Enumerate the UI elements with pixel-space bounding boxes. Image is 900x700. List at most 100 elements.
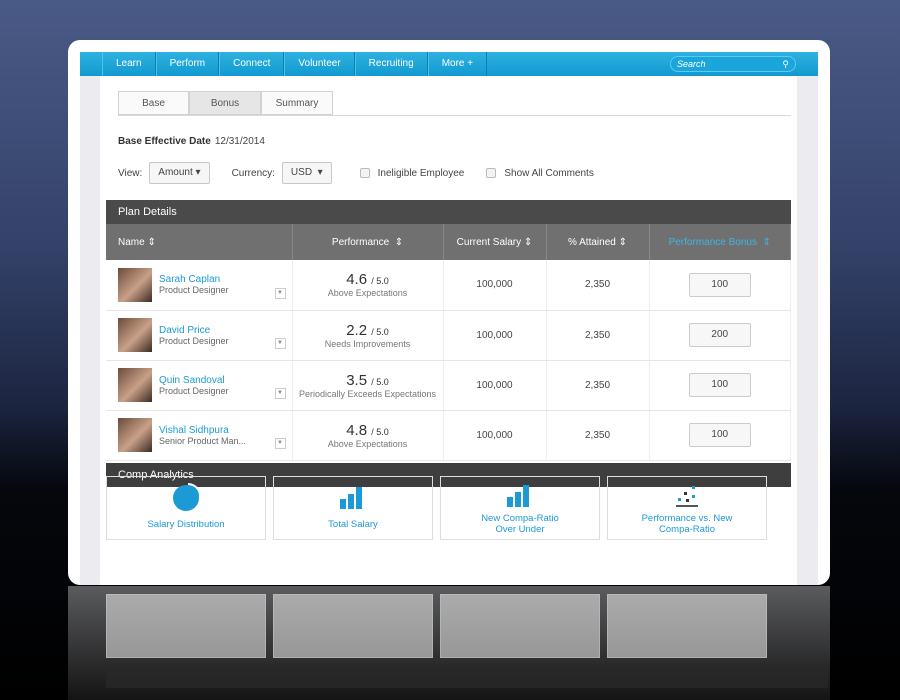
chevron-down-icon[interactable]: ▼ bbox=[274, 287, 286, 299]
name-cell: Vishal Sidhpura Senior Product Man... ▼ bbox=[106, 410, 293, 461]
currency-select[interactable]: USD ▾ bbox=[281, 162, 332, 184]
performance-cell: 4.6 / 5.0 Above Expectations bbox=[292, 260, 444, 311]
salary-cell: 100,000 bbox=[443, 310, 547, 361]
value: 12/31/2014 bbox=[214, 136, 265, 147]
employee-name-link[interactable]: Sarah Caplan bbox=[159, 274, 229, 285]
bar-chart-icon bbox=[507, 485, 529, 507]
rating-label: Needs Improvements bbox=[324, 338, 411, 349]
employee-role: Product Designer bbox=[159, 385, 229, 396]
performance-cell: 4.8 / 5.0 Above Expectations bbox=[292, 410, 444, 461]
employee-role: Product Designer bbox=[159, 335, 229, 346]
bonus-cell: 100 bbox=[649, 410, 791, 461]
employee-name-link[interactable]: Vishal Sidhpura bbox=[159, 425, 246, 436]
name-cell: Sarah Caplan Product Designer ▼ bbox=[106, 260, 293, 311]
page: Base Bonus Summary Base Effective Date 12… bbox=[80, 76, 818, 585]
avatar bbox=[118, 318, 152, 352]
tab-bonus[interactable]: Bonus bbox=[189, 91, 261, 115]
col-attained[interactable]: % Attained ⇕ bbox=[546, 224, 650, 260]
plan-details-header: Plan Details bbox=[106, 200, 791, 224]
show-comments-label: Show All Comments bbox=[504, 167, 594, 179]
plan-table: Name ⇕ Performance ⇕ Current Salary ⇕ % … bbox=[106, 224, 791, 461]
tile-compa-ratio[interactable]: New Compa-Ratio Over Under bbox=[440, 476, 600, 540]
reflection bbox=[68, 586, 830, 700]
name-cell: Quin Sandoval Product Designer ▼ bbox=[106, 360, 293, 411]
nav-perform[interactable]: Perform bbox=[155, 52, 220, 76]
tab-base[interactable]: Base bbox=[118, 91, 189, 115]
search-placeholder: Search bbox=[677, 59, 706, 69]
tab-summary[interactable]: Summary bbox=[261, 91, 333, 115]
nav-volunteer[interactable]: Volunteer bbox=[284, 52, 355, 76]
currency-value: USD bbox=[290, 167, 313, 178]
tile-salary-distribution[interactable]: Salary Distribution bbox=[106, 476, 266, 540]
table-row: Quin Sandoval Product Designer ▼ 3.5 / 5.0… bbox=[106, 360, 791, 411]
attained-cell: 2,350 bbox=[546, 260, 650, 311]
attained-cell: 2,350 bbox=[546, 310, 650, 361]
nav-connect[interactable]: Connect bbox=[219, 52, 285, 76]
salary-cell: 100,000 bbox=[443, 410, 547, 461]
ineligible-checkbox[interactable] bbox=[359, 168, 370, 178]
salary-cell: 100,000 bbox=[443, 360, 547, 411]
col-bonus[interactable]: Performance Bonus ⇕ bbox=[649, 224, 791, 260]
tile-label: New Compa-Ratio Over Under bbox=[481, 513, 559, 535]
attained-cell: 2,350 bbox=[546, 360, 650, 411]
col-name[interactable]: Name ⇕ bbox=[106, 224, 293, 260]
score-max: / 5.0 bbox=[371, 426, 389, 437]
content: Base Bonus Summary Base Effective Date 12… bbox=[100, 76, 797, 585]
chevron-down-icon[interactable]: ▼ bbox=[274, 338, 286, 349]
col-performance[interactable]: Performance ⇕ bbox=[292, 224, 444, 260]
score-max: / 5.0 bbox=[371, 376, 389, 387]
avatar bbox=[118, 418, 152, 452]
bonus-input[interactable]: 100 bbox=[688, 373, 751, 397]
tile-total-salary[interactable]: Total Salary bbox=[273, 476, 433, 540]
bonus-input[interactable]: 100 bbox=[688, 423, 751, 447]
base-effective-date: Base Effective Date 12/31/2014 bbox=[118, 136, 265, 147]
bonus-input[interactable]: 100 bbox=[688, 272, 751, 297]
divider bbox=[118, 115, 791, 116]
search-icon[interactable]: ⚲ bbox=[782, 57, 789, 71]
tile-label: Salary Distribution bbox=[147, 519, 225, 530]
bonus-cell: 200 bbox=[649, 310, 791, 361]
ineligible-label: Ineligible Employee bbox=[377, 167, 465, 179]
currency-label: Currency: bbox=[231, 167, 275, 179]
employee-role: Senior Product Man... bbox=[159, 435, 247, 446]
chevron-down-icon[interactable]: ▼ bbox=[274, 388, 286, 399]
employee-role: Product Designer bbox=[159, 285, 229, 296]
view-label: View: bbox=[118, 167, 143, 179]
top-nav: Learn Perform Connect Volunteer Recruiti… bbox=[80, 52, 818, 76]
tile-performance-vs-compa[interactable]: Performance vs. New Compa-Ratio bbox=[607, 476, 767, 540]
employee-name-link[interactable]: Quin Sandoval bbox=[159, 375, 229, 386]
employee-name-link[interactable]: David Price bbox=[159, 325, 229, 336]
nav-learn[interactable]: Learn bbox=[102, 52, 156, 76]
score: 4.6 bbox=[346, 271, 368, 289]
chevron-down-icon[interactable]: ▼ bbox=[274, 438, 286, 449]
name-cell: David Price Product Designer ▼ bbox=[106, 310, 293, 361]
score: 2.2 bbox=[346, 321, 368, 339]
performance-cell: 3.5 / 5.0 Periodically Exceeds Expectatio… bbox=[292, 360, 444, 411]
bonus-input[interactable]: 200 bbox=[688, 323, 751, 347]
nav-recruiting[interactable]: Recruiting bbox=[354, 52, 428, 76]
table-row: Vishal Sidhpura Senior Product Man... ▼ 4.… bbox=[106, 410, 791, 461]
bonus-cell: 100 bbox=[649, 360, 791, 411]
salary-cell: 100,000 bbox=[443, 260, 547, 311]
search-input[interactable]: Search ⚲ bbox=[670, 56, 796, 72]
col-salary[interactable]: Current Salary ⇕ bbox=[443, 224, 547, 260]
score: 3.5 bbox=[346, 371, 368, 389]
rating-label: Above Expectations bbox=[327, 438, 408, 449]
rating-label: Above Expectations bbox=[327, 288, 408, 299]
table-row: David Price Product Designer ▼ 2.2 / 5.0 Ne… bbox=[106, 310, 791, 361]
performance-cell: 2.2 / 5.0 Needs Improvements bbox=[292, 310, 444, 361]
nav-more[interactable]: More + bbox=[427, 52, 488, 76]
score-max: / 5.0 bbox=[371, 326, 389, 337]
view-select[interactable]: Amount ▾ bbox=[149, 162, 210, 184]
attained-cell: 2,350 bbox=[546, 410, 650, 461]
rating-label: Periodically Exceeds Expectations bbox=[298, 388, 437, 399]
pie-chart-icon bbox=[173, 483, 201, 511]
bar-chart-icon bbox=[340, 487, 362, 509]
view-value: Amount bbox=[158, 167, 193, 178]
tile-label: Performance vs. New Compa-Ratio bbox=[641, 513, 733, 535]
bonus-cell: 100 bbox=[649, 260, 791, 311]
table-row: Sarah Caplan Product Designer ▼ 4.6 / 5.0 A… bbox=[106, 260, 791, 311]
label: Base Effective Date bbox=[118, 136, 211, 147]
show-comments-checkbox[interactable] bbox=[486, 168, 497, 178]
avatar bbox=[118, 368, 152, 402]
